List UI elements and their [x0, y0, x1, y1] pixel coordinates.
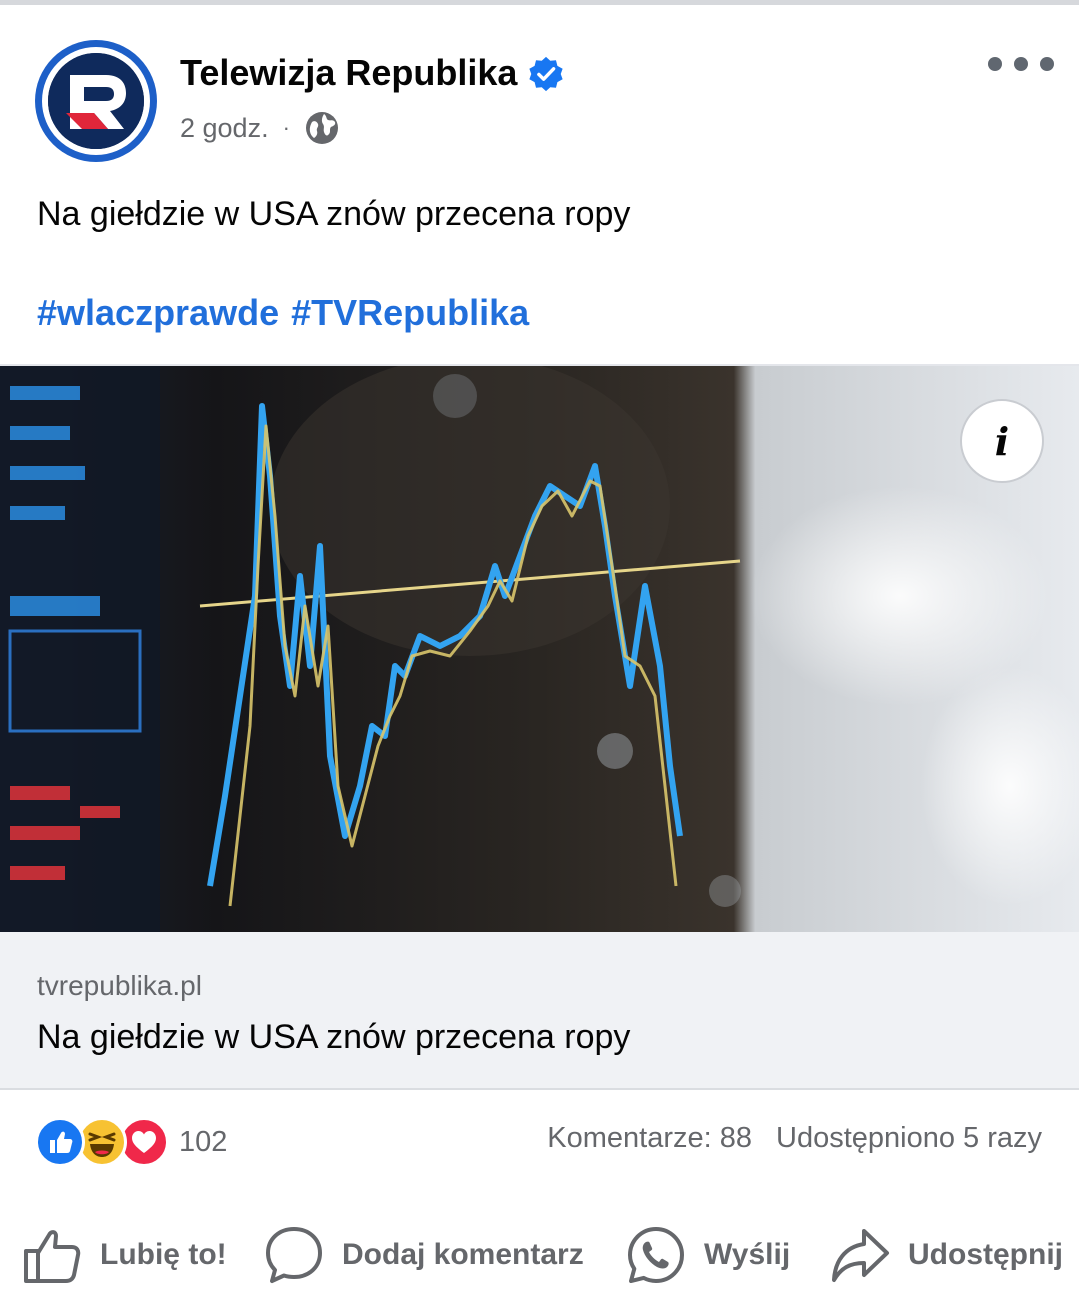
link-title[interactable]: Na giełdzie w USA znów przecena ropy: [37, 1018, 630, 1057]
share-button[interactable]: Udostępnij: [830, 1222, 1063, 1288]
info-icon: i: [994, 418, 1010, 464]
like-button[interactable]: Lubię to!: [22, 1222, 227, 1288]
send-button[interactable]: Wyślij: [626, 1222, 790, 1288]
hashtag-link[interactable]: #TVRepublika: [291, 292, 529, 333]
post-meta: 2 godz. ·: [180, 110, 340, 146]
link-preview-image[interactable]: [0, 366, 1079, 932]
like-reaction-icon: [35, 1117, 85, 1167]
more-dot-icon: [1014, 57, 1028, 71]
whatsapp-icon: [628, 1227, 684, 1283]
action-bar: Lubię to! Dodaj komentarz Wyślij Udostęp…: [0, 1222, 1079, 1288]
thumbs-up-icon: [24, 1230, 81, 1283]
comments-count-link[interactable]: Komentarze: 88: [547, 1122, 752, 1154]
more-dot-icon: [988, 57, 1002, 71]
engagement-stats: Komentarze: 88 Udostępniono 5 razy: [547, 1122, 1042, 1155]
page-name[interactable]: Telewizja Republika: [180, 52, 517, 94]
reactions-summary[interactable]: 102: [35, 1117, 227, 1167]
more-dot-icon: [1040, 57, 1054, 71]
share-label: Udostępnij: [908, 1238, 1063, 1271]
globe-icon: [305, 112, 338, 144]
republika-logo: [48, 53, 144, 149]
top-divider: [0, 0, 1079, 5]
page-avatar[interactable]: [35, 40, 157, 162]
link-preview-box[interactable]: [0, 932, 1079, 1090]
comment-bubble-icon: [266, 1227, 322, 1283]
hashtags: #wlaczprawde #TVRepublika: [37, 292, 541, 334]
avatar-ring: [42, 47, 150, 155]
comment-label: Dodaj komentarz: [342, 1238, 584, 1271]
verified-badge-icon: [529, 56, 563, 92]
share-arrow-icon: [832, 1229, 889, 1282]
meta-separator: ·: [282, 115, 290, 140]
send-label: Wyślij: [704, 1238, 791, 1271]
hashtag-link[interactable]: #wlaczprawde: [37, 292, 279, 333]
reaction-count: 102: [179, 1125, 228, 1158]
shares-count-link[interactable]: Udostępniono 5 razy: [776, 1122, 1042, 1154]
like-label: Lubię to!: [100, 1238, 227, 1271]
comment-button[interactable]: Dodaj komentarz: [264, 1222, 584, 1288]
more-options-button[interactable]: [988, 48, 1054, 80]
info-button[interactable]: i: [960, 399, 1044, 483]
post-text: Na giełdzie w USA znów przecena ropy: [37, 195, 631, 233]
link-domain: tvrepublika.pl: [37, 970, 202, 1001]
post-time[interactable]: 2 godz.: [180, 113, 269, 144]
